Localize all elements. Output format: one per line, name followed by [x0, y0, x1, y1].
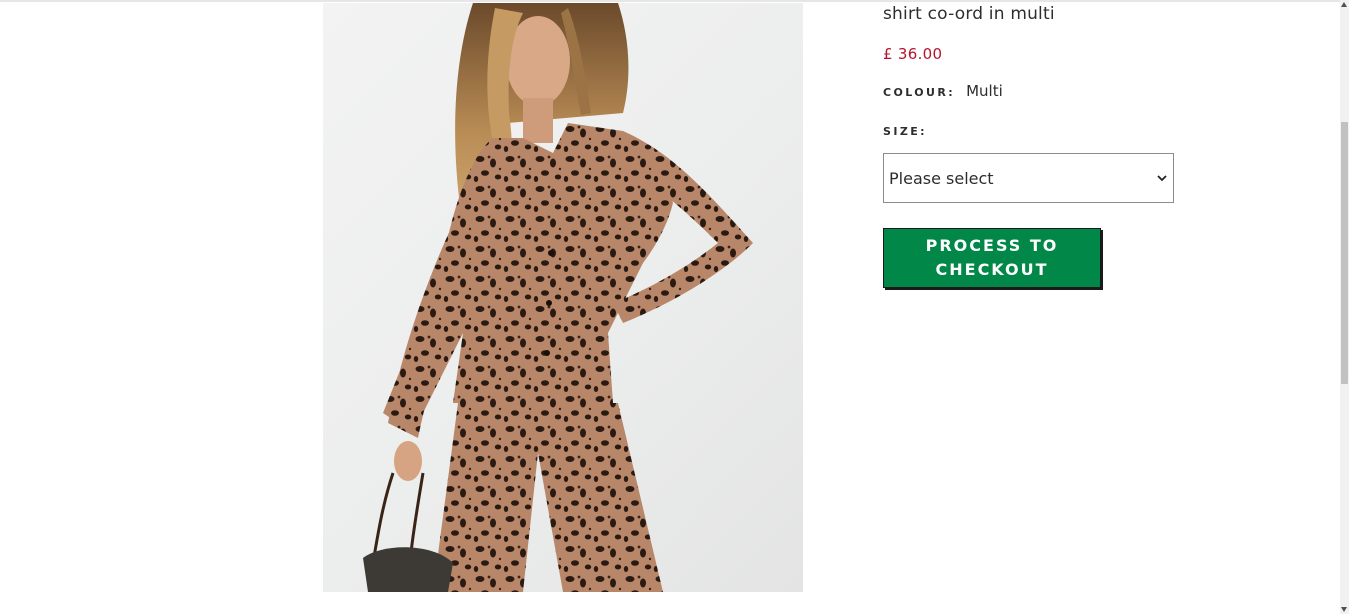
product-image[interactable]: [323, 3, 803, 592]
size-label: SIZE:: [883, 125, 927, 138]
vertical-scrollbar[interactable]: [1340, 0, 1349, 614]
scroll-up-arrow-icon[interactable]: [1341, 2, 1347, 7]
size-select[interactable]: Please select: [883, 153, 1174, 203]
colour-row: COLOUR: Multi: [883, 81, 1003, 100]
colour-label: COLOUR:: [883, 86, 955, 99]
product-title: shirt co-ord in multi: [883, 4, 1055, 24]
scroll-down-arrow-icon[interactable]: [1341, 607, 1347, 612]
header-divider: [0, 0, 1340, 2]
scrollbar-thumb[interactable]: [1341, 122, 1348, 384]
chevron-down-icon: [1157, 173, 1167, 183]
size-select-value: Please select: [889, 168, 994, 188]
product-price: £ 36.00: [883, 45, 943, 63]
checkout-button[interactable]: PROCESS TO CHECKOUT: [883, 228, 1101, 288]
product-page: shirt co-ord in multi £ 36.00 COLOUR: Mu…: [0, 0, 1349, 614]
colour-value: Multi: [966, 82, 1003, 100]
